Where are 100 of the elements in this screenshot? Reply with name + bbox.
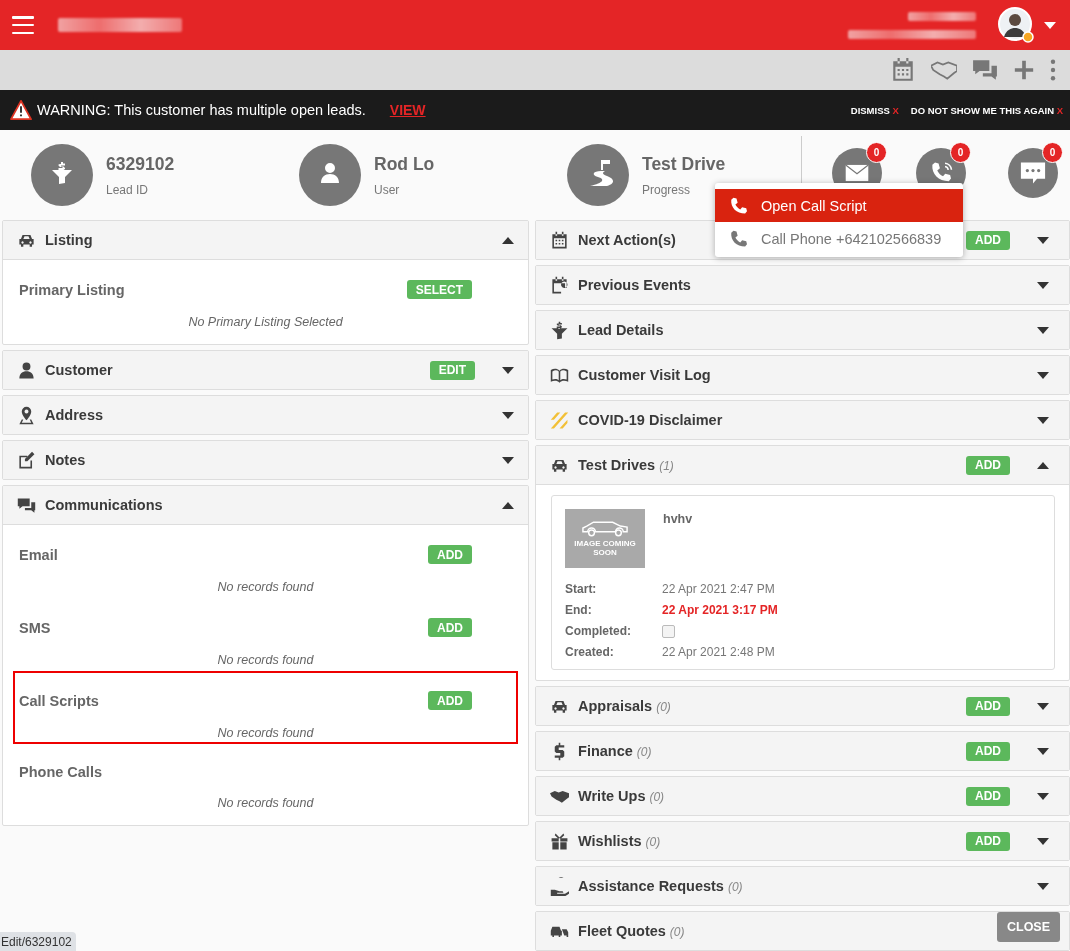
caret-icon[interactable] bbox=[1037, 371, 1049, 379]
field-value: 22 Apr 2021 2:48 PM bbox=[662, 645, 775, 659]
empty-message: No records found bbox=[216, 796, 315, 810]
plus-icon[interactable] bbox=[1013, 59, 1035, 81]
panel-title: Customer Visit Log bbox=[578, 367, 711, 383]
warning-text: WARNING: This customer has multiple open leads. bbox=[37, 102, 366, 118]
panel-header[interactable]: COVID-19 Disclaimer bbox=[536, 401, 1069, 439]
user-icon bbox=[299, 144, 361, 206]
section-title: SMS bbox=[19, 619, 51, 636]
comments-icon[interactable] bbox=[972, 57, 998, 83]
summary-label: Progress bbox=[642, 182, 692, 197]
panel-header[interactable]: Previous Events bbox=[536, 266, 1069, 304]
status-url: Edit/6329102 bbox=[0, 932, 76, 951]
view-link[interactable]: VIEW bbox=[389, 102, 426, 118]
dismiss-button[interactable]: DO NOT SHOW ME THIS AGAIN X bbox=[907, 104, 1066, 116]
funnel-icon bbox=[550, 320, 570, 340]
panel-header[interactable]: Write Ups (0) ADD bbox=[536, 777, 1069, 815]
panel-header[interactable]: Assistance Requests (0) bbox=[536, 867, 1069, 905]
completed-checkbox[interactable] bbox=[662, 624, 676, 638]
field-label: Completed: bbox=[565, 624, 633, 638]
field-label: Start: bbox=[565, 582, 598, 596]
caret-icon[interactable] bbox=[502, 236, 515, 244]
count-badge: 0 bbox=[950, 142, 971, 163]
panel-title: Customer bbox=[45, 362, 113, 378]
phone-icon bbox=[729, 196, 747, 215]
panel-title: Appraisals (0) bbox=[578, 698, 671, 714]
summary-value: 6329102 bbox=[106, 153, 175, 175]
empty-message: No Primary Listing Selected bbox=[187, 315, 344, 329]
field-value: 22 Apr 2021 2:47 PM bbox=[662, 582, 775, 596]
panel-title: Address bbox=[45, 407, 104, 423]
panel-header[interactable]: Listing bbox=[3, 221, 529, 259]
panel-header[interactable]: Communications bbox=[3, 486, 529, 524]
panel-header[interactable]: Finance (0) ADD bbox=[536, 732, 1069, 770]
caret-icon[interactable] bbox=[1037, 281, 1049, 289]
field-label: Created: bbox=[565, 645, 615, 659]
panel-title: Fleet Quotes (0) bbox=[578, 923, 685, 939]
caret-icon[interactable] bbox=[1037, 416, 1049, 424]
empty-message: No records found bbox=[216, 726, 315, 740]
menu-item[interactable]: Open Call Script bbox=[715, 189, 963, 222]
chat-icon[interactable] bbox=[1008, 148, 1058, 198]
panel-title: Lead Details bbox=[578, 322, 664, 338]
blurred-text bbox=[908, 11, 976, 21]
stripes-icon bbox=[550, 410, 570, 430]
caret-icon[interactable] bbox=[1037, 792, 1049, 800]
warning-icon bbox=[10, 100, 32, 120]
menu-icon[interactable] bbox=[12, 16, 34, 34]
section-title: Email bbox=[19, 546, 58, 563]
close-button[interactable]: CLOSE bbox=[997, 912, 1060, 942]
section-title: Phone Calls bbox=[19, 764, 102, 780]
field-label: End: bbox=[565, 603, 593, 617]
caret-icon[interactable] bbox=[1037, 747, 1049, 755]
caret-icon[interactable] bbox=[1037, 837, 1049, 845]
summary-value: Test Drive bbox=[642, 153, 726, 175]
empty-message: No records found bbox=[216, 580, 315, 594]
panel-header[interactable]: Test Drives (1) ADD bbox=[536, 446, 1069, 484]
more-icon[interactable] bbox=[1050, 59, 1056, 81]
caret-icon[interactable] bbox=[502, 501, 515, 509]
panel-title: Test Drives (1) bbox=[578, 457, 674, 473]
comments-icon bbox=[17, 495, 36, 515]
gift-icon bbox=[550, 831, 570, 851]
panel-header[interactable]: Lead Details bbox=[536, 311, 1069, 349]
vehicle-name: hvhv bbox=[663, 512, 693, 528]
funnel-icon bbox=[31, 144, 93, 206]
calendar-icon[interactable] bbox=[890, 57, 916, 83]
caret-icon[interactable] bbox=[502, 366, 515, 374]
panel-header[interactable]: Address bbox=[3, 396, 529, 434]
caret-icon[interactable] bbox=[502, 456, 515, 464]
panel-title: Communications bbox=[45, 497, 163, 513]
dismiss-button[interactable]: DISMISS X bbox=[847, 104, 902, 116]
panel-title: Next Action(s) bbox=[578, 232, 676, 248]
map-marker-icon bbox=[17, 405, 36, 425]
summary-value: Rod Lo bbox=[374, 153, 435, 175]
field-value: 22 Apr 2021 3:17 PM bbox=[662, 603, 778, 617]
panel-title: Listing bbox=[45, 232, 93, 248]
empty-message: No records found bbox=[216, 653, 315, 667]
panel-header[interactable]: Customer EDIT bbox=[3, 351, 529, 389]
caret-icon[interactable] bbox=[502, 411, 515, 419]
road-icon bbox=[567, 144, 629, 206]
caret-icon[interactable] bbox=[1037, 882, 1049, 890]
panel-title: Wishlists (0) bbox=[578, 833, 661, 849]
calendar-icon bbox=[550, 230, 570, 250]
section-title: Call Scripts bbox=[19, 692, 99, 709]
phone-icon bbox=[729, 229, 747, 248]
menu-item[interactable]: Call Phone +642102566839 bbox=[715, 222, 963, 255]
panel-title: COVID-19 Disclaimer bbox=[578, 412, 723, 428]
summary-label: Lead ID bbox=[106, 182, 150, 197]
panel-title: Assistance Requests (0) bbox=[578, 878, 743, 894]
caret-icon[interactable] bbox=[1037, 236, 1049, 244]
panel-header[interactable]: Notes bbox=[3, 441, 529, 479]
caret-icon[interactable] bbox=[1037, 702, 1049, 710]
caret-icon[interactable] bbox=[1037, 326, 1049, 334]
count-badge: 0 bbox=[1042, 142, 1063, 163]
panel-header[interactable]: Appraisals (0) ADD bbox=[536, 687, 1069, 725]
panel-title: Previous Events bbox=[578, 277, 691, 293]
car-icon bbox=[581, 519, 630, 538]
avatar-icon[interactable] bbox=[998, 7, 1034, 43]
edit-icon bbox=[17, 450, 36, 470]
caret-icon[interactable] bbox=[1037, 461, 1049, 469]
panel-header[interactable]: Customer Visit Log bbox=[536, 356, 1069, 394]
panel-header[interactable]: Wishlists (0) ADD bbox=[536, 822, 1069, 860]
